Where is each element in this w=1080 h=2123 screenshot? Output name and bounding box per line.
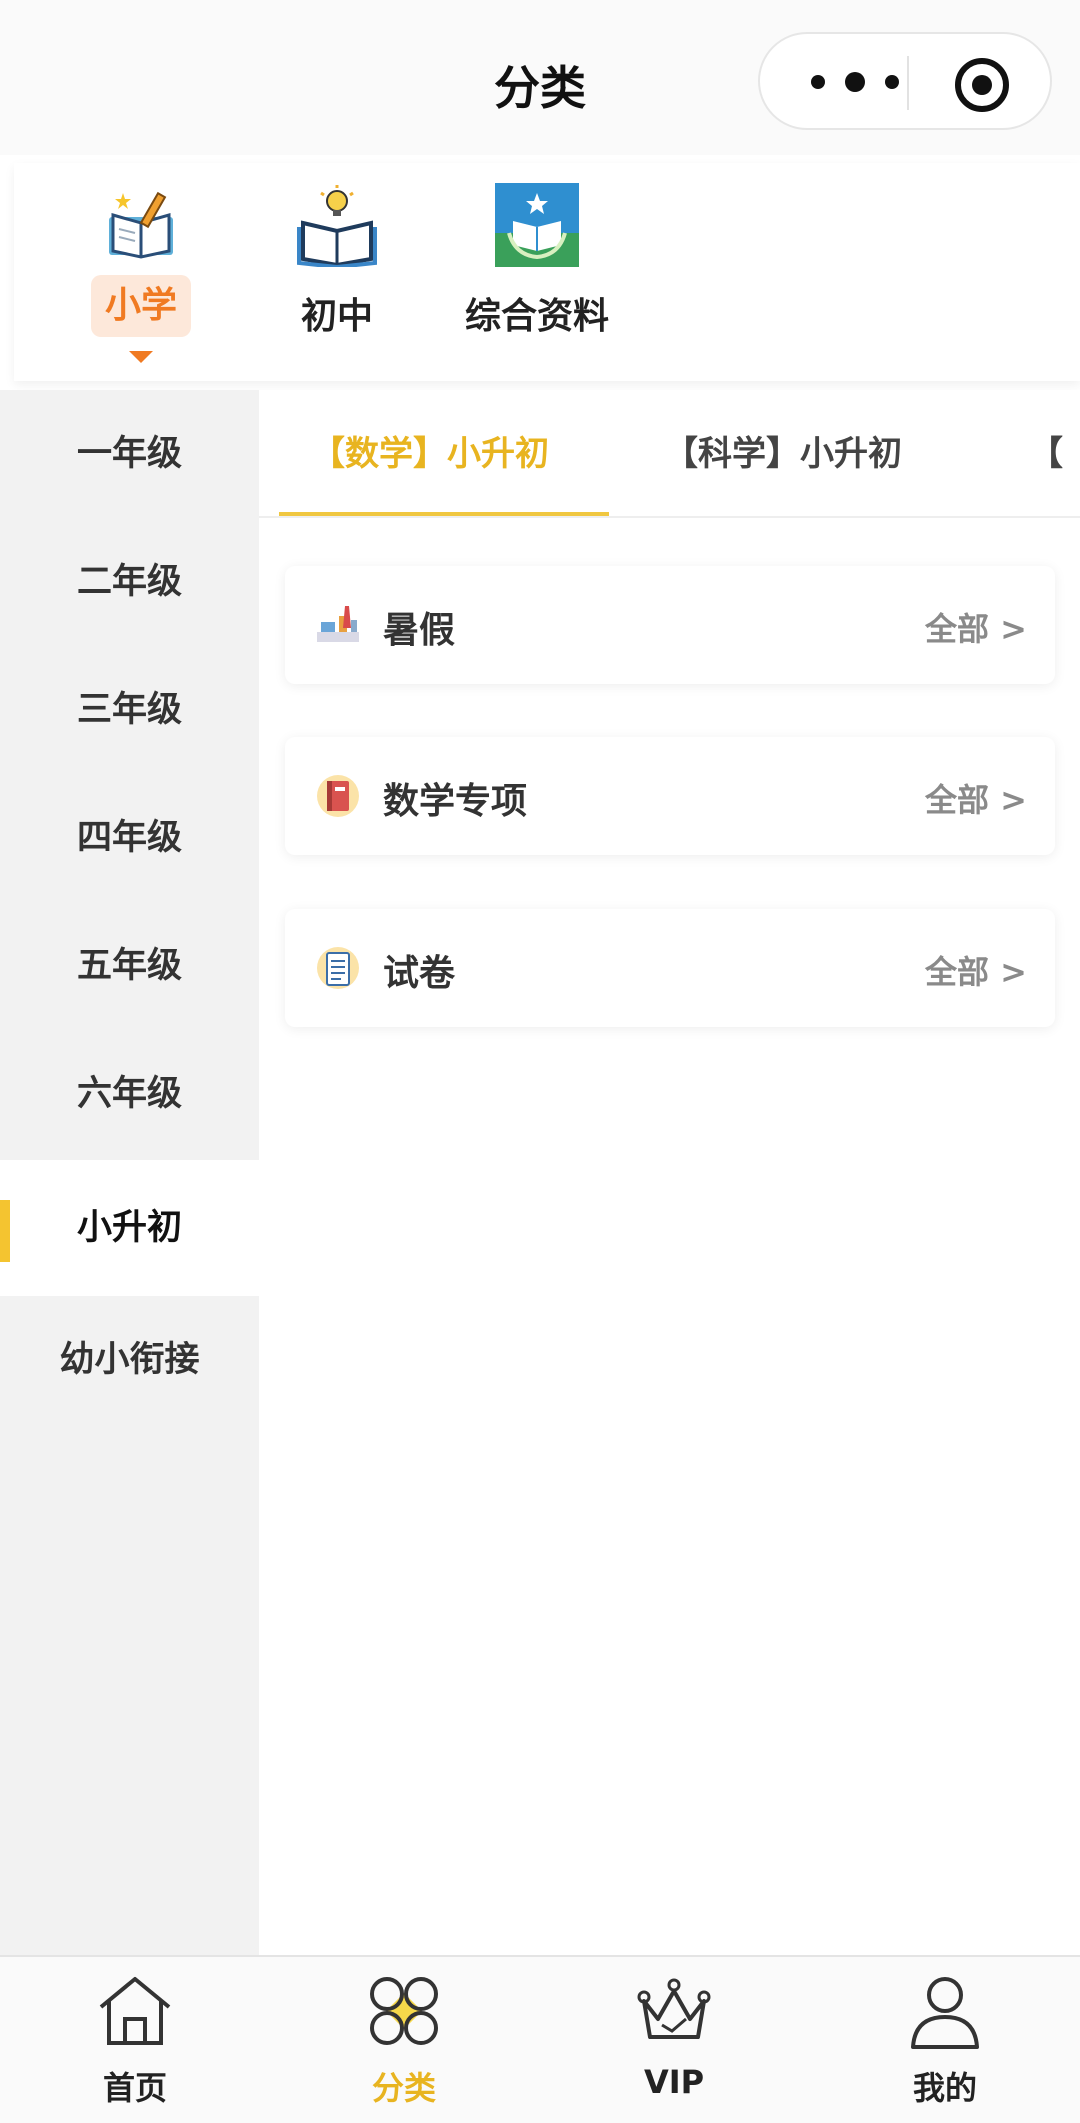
tab-more-partial[interactable]: 【 <box>1029 390 1063 516</box>
tab-active-underline <box>279 512 609 516</box>
more-icon[interactable] <box>800 62 910 102</box>
view-all-link[interactable]: 全部 > <box>925 604 1027 650</box>
tabbar-item-home[interactable]: 首页 <box>35 1971 235 2121</box>
category-label: 初中 <box>300 296 373 337</box>
crown-icon <box>637 1978 711 2039</box>
tabbar-item-category[interactable]: 分类 <box>304 1971 504 2121</box>
pencil-book-icon <box>109 191 173 259</box>
category-label: 综合资料 <box>464 296 609 337</box>
tabbar-label: 我的 <box>912 2069 977 2107</box>
home-icon <box>99 1977 171 2045</box>
miniprogram-capsule <box>758 32 1052 130</box>
notepad-icon <box>317 947 359 989</box>
capsule-divider <box>907 56 909 110</box>
bottom-tab-bar: 首页 分类 VIP 我的 <box>0 1955 1080 2123</box>
sidebar-item-junior-entrance[interactable]: 小升初 <box>0 1160 259 1296</box>
desk-stationery-icon <box>317 606 359 642</box>
tabbar-item-vip[interactable]: VIP <box>574 1971 774 2121</box>
sidebar-item-grade-5[interactable]: 五年级 <box>0 902 259 1030</box>
tab-math-entrance[interactable]: 【数学】小升初 <box>311 390 549 516</box>
user-icon <box>911 1977 979 2049</box>
card-title: 数学专项 <box>383 781 528 822</box>
tabbar-item-mine[interactable]: 我的 <box>845 1971 1045 2121</box>
category-middle-school[interactable]: 初中 <box>242 183 432 373</box>
red-book-icon <box>317 775 359 817</box>
selected-caret-icon <box>129 351 153 363</box>
sidebar-item-grade-6[interactable]: 六年级 <box>0 1030 259 1158</box>
card-title: 暑假 <box>383 610 456 651</box>
star-book-icon <box>495 183 579 267</box>
category-general-materials[interactable]: 综合资料 <box>442 183 632 373</box>
tabbar-label: VIP <box>643 2063 705 2101</box>
sidebar-item-preschool-bridge[interactable]: 幼小衔接 <box>0 1296 259 1424</box>
tabbar-label: 首页 <box>102 2069 167 2107</box>
sidebar-active-indicator <box>0 1200 10 1262</box>
sidebar-item-grade-3[interactable]: 三年级 <box>0 646 259 774</box>
sidebar-item-grade-2[interactable]: 二年级 <box>0 518 259 646</box>
category-icon <box>370 1977 438 2045</box>
category-primary-school[interactable]: 小学 <box>46 183 236 373</box>
subject-tabs: 【数学】小升初 【科学】小升初 【 <box>259 390 1080 518</box>
nav-bar: 分类 <box>0 0 1080 155</box>
lightbulb-book-icon <box>297 185 377 267</box>
view-all-link[interactable]: 全部 > <box>925 947 1027 993</box>
resource-card-exam-papers[interactable]: 试卷 全部 > <box>285 909 1055 1027</box>
close-target-icon[interactable] <box>953 56 1011 114</box>
resource-card-summer[interactable]: 暑假 全部 > <box>285 566 1055 684</box>
resource-card-math-special[interactable]: 数学专项 全部 > <box>285 737 1055 855</box>
view-all-link[interactable]: 全部 > <box>925 775 1027 821</box>
category-label: 小学 <box>91 275 191 337</box>
sidebar-item-grade-1[interactable]: 一年级 <box>0 390 259 518</box>
card-title: 试卷 <box>383 953 456 994</box>
top-category-strip: 小学 初中 综合资料 <box>14 163 1080 381</box>
grade-sidebar: 一年级 二年级 三年级 四年级 五年级 六年级 小升初 幼小衔接 <box>0 390 259 1955</box>
tab-science-entrance[interactable]: 【科学】小升初 <box>664 390 902 516</box>
sidebar-item-grade-4[interactable]: 四年级 <box>0 774 259 902</box>
tabbar-label: 分类 <box>371 2069 436 2107</box>
